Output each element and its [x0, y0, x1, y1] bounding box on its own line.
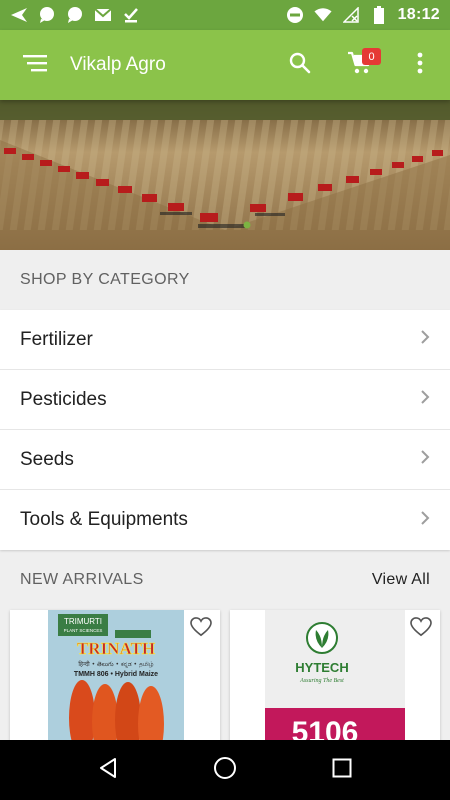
- gmail-icon: [94, 6, 112, 24]
- system-navigation-bar: [0, 740, 450, 800]
- category-label: Pesticides: [20, 388, 107, 410]
- app-bar: Vikalp Agro 0: [0, 30, 450, 100]
- chevron-right-icon: [420, 329, 430, 350]
- cart-button[interactable]: 0: [330, 30, 390, 100]
- recents-square-icon: [332, 758, 352, 783]
- product-variety: TMMH 806 • Hybrid Maize: [74, 671, 158, 678]
- battery-icon: [370, 6, 388, 24]
- view-all-link[interactable]: View All: [372, 571, 430, 589]
- chat-bubble-icon: [66, 6, 84, 24]
- status-notifications: [10, 6, 140, 24]
- harvest-field-illustration: [0, 100, 450, 250]
- chevron-right-icon: [420, 389, 430, 410]
- product-brand: TRIMURTI: [64, 617, 102, 626]
- wifi-icon: [314, 6, 332, 24]
- back-button[interactable]: [78, 740, 138, 800]
- chevron-right-icon: [420, 449, 430, 470]
- status-time: 18:12: [397, 6, 440, 23]
- category-item-tools-equipments[interactable]: Tools & Equipments: [0, 490, 450, 550]
- cart-count-badge: 0: [362, 48, 381, 65]
- product-card[interactable]: HYTECH Assuring The Best 5106: [230, 610, 440, 750]
- heart-outline-icon: [410, 616, 432, 642]
- search-button[interactable]: [270, 30, 330, 100]
- category-label: Seeds: [20, 448, 74, 470]
- heart-outline-icon: [190, 616, 212, 642]
- category-label: Tools & Equipments: [20, 509, 188, 530]
- menu-button[interactable]: [0, 30, 70, 100]
- app-title: Vikalp Agro: [70, 54, 166, 75]
- product-name: TRINATH: [77, 639, 155, 658]
- download-done-icon: [122, 6, 140, 24]
- category-item-fertilizer[interactable]: Fertilizer: [0, 310, 450, 370]
- promo-banner-image[interactable]: [0, 100, 450, 250]
- category-item-pesticides[interactable]: Pesticides: [0, 370, 450, 430]
- section-title: NEW ARRIVALS: [20, 571, 144, 588]
- category-label: Fertilizer: [20, 328, 93, 350]
- product-languages: हिन्दी • తెలుగు • ಕನ್ನಡ • தமிழ்: [78, 660, 153, 668]
- overflow-menu-button[interactable]: [390, 30, 450, 100]
- back-triangle-icon: [97, 757, 119, 784]
- menu-icon: [23, 54, 47, 77]
- search-icon: [288, 51, 312, 80]
- status-bar: 18:12: [0, 0, 450, 30]
- home-circle-icon: [213, 756, 237, 785]
- section-title: SHOP BY CATEGORY: [20, 271, 190, 288]
- favorite-button[interactable]: [408, 616, 434, 642]
- product-brand: HYTECH: [295, 660, 348, 675]
- favorite-button[interactable]: [188, 616, 214, 642]
- new-arrivals-header: NEW ARRIVALS View All: [0, 550, 450, 610]
- category-list: Fertilizer Pesticides Seeds Tools & Equi…: [0, 310, 450, 550]
- signal-off-icon: [342, 6, 360, 24]
- home-button[interactable]: [195, 740, 255, 800]
- chat-bubble-icon: [38, 6, 56, 24]
- shop-by-category-header: SHOP BY CATEGORY: [0, 250, 450, 310]
- category-item-seeds[interactable]: Seeds: [0, 430, 450, 490]
- product-card[interactable]: TRIMURTI PLANT SCIENCES TRINATH हिन्दी •…: [10, 610, 220, 750]
- product-tagline: Assuring The Best: [299, 678, 344, 684]
- status-system: 18:12: [286, 6, 440, 24]
- chevron-right-icon: [420, 510, 430, 531]
- product-brand-subtitle: PLANT SCIENCES: [64, 628, 103, 633]
- send-icon: [10, 6, 28, 24]
- do-not-disturb-icon: [286, 6, 304, 24]
- recents-button[interactable]: [312, 740, 372, 800]
- more-vert-icon: [417, 52, 423, 79]
